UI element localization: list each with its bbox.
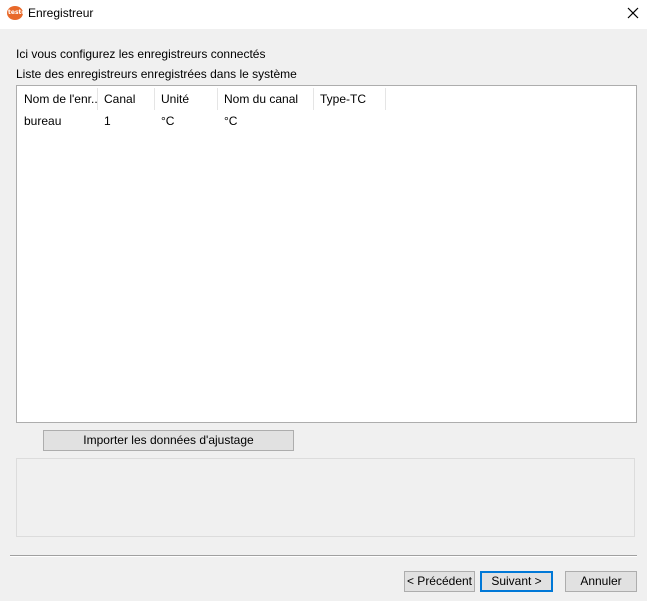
column-header-logger-name[interactable]: Nom de l'enr... bbox=[18, 88, 98, 110]
import-adjustment-data-button[interactable]: Importer les données d'ajustage bbox=[43, 430, 294, 451]
title-bar: testo Enregistreur bbox=[0, 0, 647, 29]
list-caption: Liste des enregistreurs enregistrées dan… bbox=[16, 67, 297, 81]
intro-text: Ici vous configurez les enregistreurs co… bbox=[16, 47, 266, 61]
column-header-unit[interactable]: Unité bbox=[155, 88, 218, 110]
column-header-channel[interactable]: Canal bbox=[98, 88, 155, 110]
list-header: Nom de l'enr... Canal Unité Nom du canal… bbox=[17, 88, 636, 110]
cell-logger-name: bureau bbox=[24, 114, 62, 128]
testo-logo-icon: testo bbox=[7, 6, 23, 20]
previous-button[interactable]: < Précédent bbox=[404, 571, 475, 592]
close-icon bbox=[627, 7, 639, 19]
footer-separator bbox=[10, 555, 637, 557]
table-row[interactable]: bureau 1 °C °C bbox=[17, 111, 634, 131]
cell-channel: 1 bbox=[104, 114, 111, 128]
column-header-tc-type[interactable]: Type-TC bbox=[314, 88, 386, 110]
logo-text: testo bbox=[8, 9, 23, 16]
next-button[interactable]: Suivant > bbox=[480, 571, 553, 592]
cancel-button[interactable]: Annuler bbox=[565, 571, 637, 592]
cell-tc-type bbox=[314, 111, 386, 131]
column-header-channel-name[interactable]: Nom du canal bbox=[218, 88, 314, 110]
cell-channel-name: °C bbox=[224, 114, 238, 128]
logger-list[interactable]: Nom de l'enr... Canal Unité Nom du canal… bbox=[16, 85, 637, 423]
cell-unit: °C bbox=[161, 114, 175, 128]
info-panel bbox=[16, 458, 635, 537]
window-title: Enregistreur bbox=[28, 6, 94, 20]
close-button[interactable] bbox=[620, 0, 647, 27]
